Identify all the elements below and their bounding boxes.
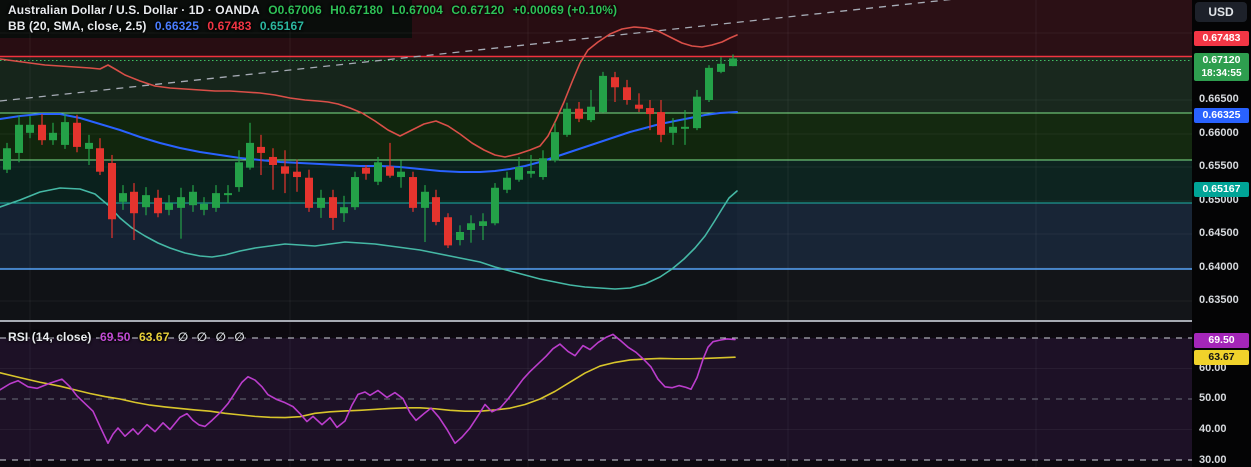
currency-button[interactable]: USD — [1195, 2, 1247, 22]
ohlc-low: L0.67004 — [391, 3, 443, 17]
candle-up — [705, 65, 713, 103]
axis-tick-label: 0.66000 — [1199, 127, 1239, 139]
chart-area — [0, 0, 1192, 467]
rsi-null-value: ∅ — [196, 330, 208, 344]
bb-lower-value: 0.65167 — [259, 19, 304, 33]
bb-lower-badge: 0.65167 — [1194, 181, 1249, 197]
candle-up — [351, 171, 359, 210]
axis-tick-label: 0.63500 — [1199, 294, 1239, 306]
bar-countdown: 18:34:55 — [1201, 68, 1242, 79]
candle-down — [444, 213, 452, 249]
future-area — [737, 0, 1192, 322]
rsi-ma-badge: 63.67 — [1194, 349, 1249, 365]
axis-tick-label: 30.00 — [1199, 454, 1227, 466]
rsi-null-value: ∅ — [215, 330, 226, 344]
bb-basis-value: 0.66325 — [154, 19, 199, 33]
rsi-ma-value: 63.67 — [138, 330, 170, 344]
rsi-null-value: ∅ — [234, 330, 245, 344]
ohlc-close: C0.67120 — [451, 3, 505, 17]
tradingview-chart-window: Australian Dollar / U.S. Dollar · 1D · O… — [0, 0, 1251, 467]
candle-down — [409, 171, 417, 212]
rsi-value-badge: 69.50 — [1194, 332, 1249, 348]
price-change: +0.00069 (+0.10%) — [512, 3, 618, 17]
rsi-value: 69.50 — [99, 330, 131, 344]
price-axis[interactable]: USD 0.66500 0.66000 0.65500 0.65000 0.64500 0… — [1192, 0, 1251, 467]
bb-upper-badge: 0.67483 — [1194, 30, 1249, 46]
rsi-null-value: ∅ — [177, 330, 189, 344]
ohlc-open: O0.67006 — [268, 3, 322, 17]
bb-basis-badge: 0.66325 — [1194, 107, 1249, 123]
rsi-indicator-legend[interactable]: RSI (14, close) 69.50 63.67 ∅ ∅ ∅ ∅ — [8, 330, 250, 344]
bb-indicator-legend[interactable]: BB (20, SMA, close, 2.5) 0.66325 0.67483… — [8, 19, 309, 33]
pane-separator[interactable] — [0, 320, 1251, 322]
bb-label: BB (20, SMA, close, 2.5) — [8, 19, 147, 33]
axis-tick-label: 0.64500 — [1199, 227, 1239, 239]
bb-upper-value: 0.67483 — [207, 19, 252, 33]
symbol-legend[interactable]: Australian Dollar / U.S. Dollar · 1D · O… — [8, 3, 622, 17]
candle-up — [599, 71, 607, 113]
ohlc-high: H0.67180 — [330, 3, 384, 17]
price-pane[interactable] — [0, 0, 1192, 322]
candle-up — [491, 183, 499, 226]
axis-tick-label: 0.65500 — [1199, 160, 1239, 172]
axis-tick-label: 40.00 — [1199, 423, 1227, 435]
symbol-title: Australian Dollar / U.S. Dollar · 1D · O… — [8, 3, 260, 17]
axis-tick-label: 0.66500 — [1199, 93, 1239, 105]
rsi-label: RSI (14, close) — [8, 330, 92, 344]
last-price-badge: 0.67120 18:34:55 — [1194, 53, 1249, 81]
axis-tick-label: 50.00 — [1199, 392, 1227, 404]
axis-tick-label: 0.64000 — [1199, 261, 1239, 273]
